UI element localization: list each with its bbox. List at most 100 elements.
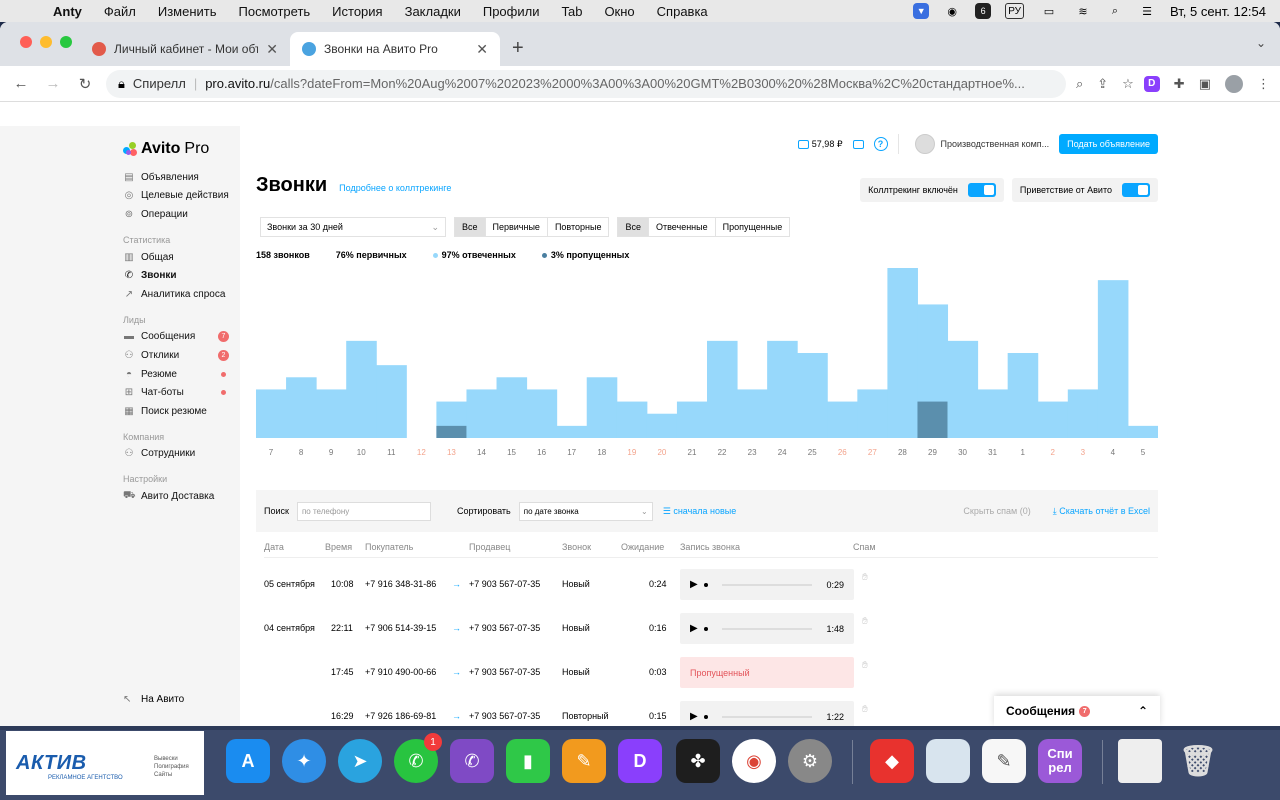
play-icon[interactable]: ▶ (690, 579, 698, 590)
sidebar-item-search-resume[interactable]: ▦ Поиск резюме (123, 402, 229, 421)
viber-icon[interactable]: ✆ (450, 739, 494, 783)
thumbs-down-icon[interactable]: ✋︎ (862, 616, 868, 627)
bar-answered[interactable] (616, 401, 648, 438)
bar-answered[interactable] (346, 340, 377, 438)
sidebar-item-listing[interactable]: ▤ Объявления (123, 168, 229, 187)
back-button[interactable]: ← (10, 75, 32, 92)
bar-answered[interactable] (496, 377, 528, 438)
tray-badge-icon[interactable]: 6 (975, 3, 992, 19)
menu-help[interactable]: Справка (646, 4, 719, 19)
spotlight-search-icon[interactable]: ⌕ (1106, 3, 1124, 19)
filter-all-statuses[interactable]: Все (618, 218, 649, 236)
bar-answered[interactable] (556, 425, 588, 438)
table-row[interactable]: 05 сентября 10:08 +7 916 348-31-86 +7 903 5… (264, 568, 1158, 604)
sidebar-item-resume[interactable]: ◓ Резюме (123, 365, 229, 384)
sidebar-item-bar-chart[interactable]: ▥ Общая (123, 248, 229, 267)
bar-answered[interactable] (767, 340, 798, 438)
filter-answered[interactable]: Отвеченные (649, 218, 716, 236)
call-recording-player[interactable]: ▶ 1:48 (680, 613, 854, 644)
hide-spam-button[interactable]: Скрыть спам (0) (963, 506, 1030, 516)
bar-answered[interactable] (1067, 389, 1099, 438)
url-field[interactable]: 🔒︎ Спирелл | pro.avito.ru/calls?dateFrom… (106, 69, 1066, 98)
sidebar-item-operations[interactable]: ⊚ Операции (123, 205, 229, 224)
thumbs-down-icon[interactable]: ✋︎ (862, 572, 868, 583)
bookmark-star-icon[interactable]: ☆ (1122, 76, 1134, 92)
bar-answered[interactable] (646, 413, 678, 438)
bar-answered[interactable] (827, 401, 858, 438)
spirell-app-icon[interactable]: Спи рел (1038, 739, 1082, 783)
extensions-puzzle-icon[interactable]: ✚ (1174, 76, 1185, 92)
pages-icon[interactable]: ✎ (562, 739, 606, 783)
sidebar-item-people[interactable]: ⚇ Отклики 2 (123, 346, 229, 365)
filter-repeat[interactable]: Повторные (548, 218, 609, 236)
vpn-icon[interactable]: ▼ (913, 3, 930, 19)
sidebar-toggle-icon[interactable]: ▣ (1199, 76, 1211, 92)
sort-select[interactable]: по дате звонка ⌄ (518, 501, 653, 521)
share-icon[interactable]: ⇪ (1097, 76, 1108, 92)
bar-answered[interactable] (376, 365, 407, 438)
bar-answered[interactable] (586, 377, 618, 438)
menu-bookmarks[interactable]: Закладки (394, 4, 472, 19)
thumbs-down-icon[interactable]: ✋︎ (862, 660, 868, 671)
safari-icon[interactable]: ✦ (282, 739, 326, 783)
bar-answered[interactable] (256, 389, 287, 438)
company-profile[interactable]: Производственная комп... (897, 134, 1049, 154)
preview-icon[interactable] (926, 739, 970, 783)
calltracking-info-link[interactable]: Подробнее о коллтрекинге (339, 183, 451, 193)
bar-answered[interactable] (676, 401, 708, 438)
menu-tab[interactable]: Tab (550, 4, 593, 19)
bar-answered[interactable] (977, 389, 1009, 438)
chat-tray-icon[interactable]: ◉ (943, 3, 961, 19)
battery-icon[interactable]: ▭ (1038, 3, 1060, 19)
chevron-up-icon[interactable]: ⌃ (1138, 704, 1148, 718)
maximize-window-button[interactable] (60, 36, 72, 48)
control-center-icon[interactable]: ☰ (1138, 3, 1156, 19)
bar-answered[interactable] (1007, 353, 1039, 438)
close-tab-icon[interactable]: ✕ (266, 41, 278, 58)
chrome-icon[interactable]: ◉ (732, 739, 776, 783)
bar-answered[interactable] (737, 389, 768, 438)
extension-d-icon[interactable]: D (1143, 75, 1160, 92)
system-settings-icon[interactable]: ⚙ (788, 739, 832, 783)
close-window-button[interactable] (20, 36, 32, 48)
anydesk-icon[interactable]: ◆ (870, 739, 914, 783)
help-icon[interactable]: ? (873, 137, 888, 151)
progress-track[interactable] (721, 583, 813, 586)
sidebar-item-trend[interactable]: ↗ Аналитика спроса (123, 285, 229, 304)
menu-edit[interactable]: Изменить (147, 4, 228, 19)
whatsapp-icon[interactable]: ✆ 1 (394, 733, 442, 783)
table-row[interactable]: 04 сентября 22:11 +7 906 514-39-15 +7 903 5… (264, 612, 1158, 648)
menu-window[interactable]: Окно (593, 4, 645, 19)
sort-order-toggle[interactable]: ☰ сначала новые (663, 506, 737, 517)
sidebar-item-bot[interactable]: ⊞ Чат-боты (123, 383, 229, 402)
tab-search-chevron-icon[interactable]: ⌄ (1256, 36, 1266, 50)
app-store-icon[interactable]: A (226, 739, 270, 783)
menu-history[interactable]: История (321, 4, 393, 19)
phone-search-input[interactable]: по телефону (296, 501, 431, 521)
table-row[interactable]: 17:45 +7 910 490-00-66 +7 903 567-07-35 Нов… (264, 656, 1158, 692)
balance[interactable]: 57,98 ₽ (797, 139, 843, 150)
sidebar-item-target[interactable]: ◎ Целевые действия (123, 187, 229, 206)
profile-avatar[interactable] (1225, 74, 1243, 93)
bar-missed[interactable] (917, 401, 948, 438)
menubar-clock[interactable]: Вт, 5 сент. 12:54 (1170, 4, 1266, 19)
bar-answered[interactable] (1097, 280, 1129, 438)
bar-answered[interactable] (887, 268, 918, 438)
menu-app-name[interactable]: Anty (42, 4, 93, 19)
period-select[interactable]: Звонки за 30 дней ⌄ (260, 217, 446, 237)
sidebar-item-staff[interactable]: ⚇ Сотрудники (123, 445, 229, 464)
bar-answered[interactable] (466, 389, 498, 438)
play-icon[interactable]: ▶ (690, 623, 698, 634)
bar-answered[interactable] (797, 353, 828, 438)
call-recording-player[interactable]: ▶ 0:29 (680, 569, 854, 600)
bar-answered[interactable] (857, 389, 888, 438)
language-indicator[interactable]: РУ (1005, 3, 1024, 19)
bar-missed[interactable] (436, 425, 467, 438)
bar-answered[interactable] (947, 340, 979, 438)
bar-answered[interactable] (1037, 401, 1069, 438)
wifi-icon[interactable]: ≋ (1074, 3, 1092, 19)
close-tab-icon[interactable]: ✕ (476, 41, 488, 58)
sidebar-item-chat[interactable]: ▬ Сообщения 7 (123, 328, 229, 347)
downloads-stack-icon[interactable] (1118, 739, 1162, 783)
progress-track[interactable] (721, 715, 813, 718)
